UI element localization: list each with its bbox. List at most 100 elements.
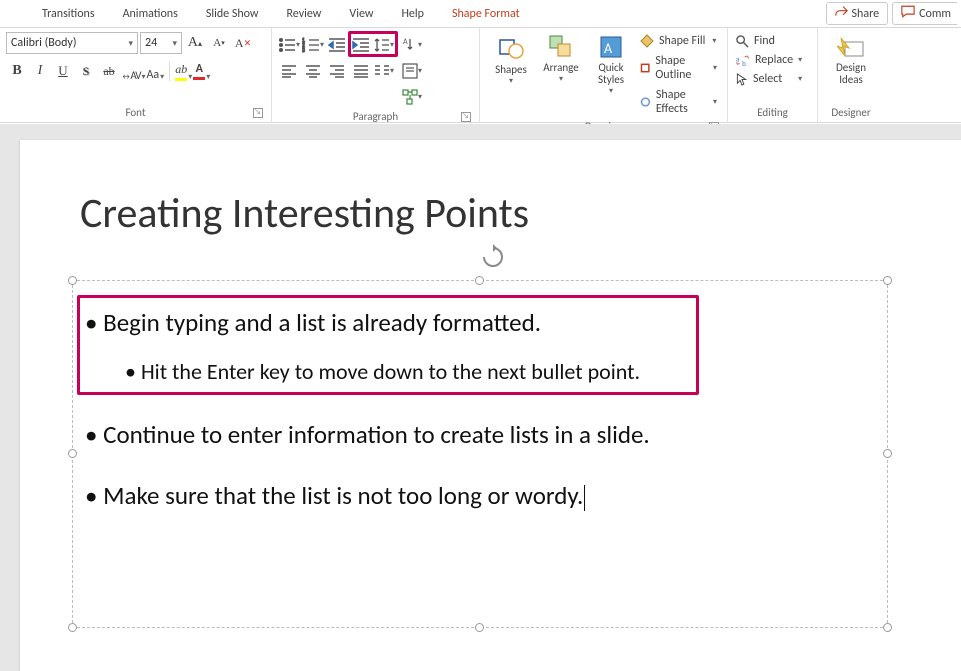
font-color-button[interactable]: A ▾ (193, 60, 210, 82)
svg-text:3: 3 (302, 48, 305, 53)
comments-label: Comm (919, 7, 951, 21)
group-designer-label: Designer (831, 106, 870, 119)
font-name-combo[interactable]: Calibri (Body) ▾ (6, 32, 138, 54)
resize-handle[interactable] (475, 623, 484, 632)
tab-slideshow[interactable]: Slide Show (192, 0, 273, 28)
align-left-button[interactable] (278, 60, 300, 82)
design-ideas-icon (837, 36, 865, 60)
bullet-level1[interactable]: Make sure that the list is not too long … (81, 480, 875, 511)
shapes-icon (497, 34, 525, 62)
design-ideas-label: DesignIdeas (836, 62, 866, 86)
change-case-button[interactable]: Aa▾ (146, 60, 164, 82)
font-dialog-launcher[interactable] (253, 108, 263, 118)
italic-button[interactable]: I (29, 60, 51, 82)
tab-shape-format[interactable]: Shape Format (438, 0, 534, 28)
shape-fill-button[interactable]: Shape Fill ▾ (640, 34, 717, 48)
font-size-combo[interactable]: 24 ▾ (140, 32, 182, 54)
shape-outline-label: Shape Outline (655, 54, 706, 82)
bullets-button[interactable]: ▾ (278, 34, 300, 56)
design-ideas-button[interactable]: DesignIdeas (826, 32, 876, 100)
clear-formatting-button[interactable]: A✕ (232, 32, 254, 54)
increase-indent-button[interactable] (350, 34, 372, 56)
strikethrough-button[interactable]: ab (98, 60, 120, 82)
chevron-down-icon: ▾ (509, 76, 513, 86)
chevron-down-icon: ▾ (559, 74, 563, 84)
ribbon: Calibri (Body) ▾ 24 ▾ A▴ A▾ A✕ B I U S a… (0, 28, 961, 123)
group-paragraph-label: Paragraph (353, 110, 398, 123)
align-text-button[interactable]: ▾ (402, 60, 422, 82)
content-placeholder[interactable]: Begin typing and a list is already forma… (72, 280, 888, 628)
paragraph-dialog-launcher[interactable] (461, 112, 471, 122)
svg-text:A: A (604, 40, 613, 57)
tab-view[interactable]: View (335, 0, 387, 28)
bullet-level2[interactable]: Hit the Enter key to move down to the ne… (81, 358, 875, 385)
char-spacing-button[interactable]: ↔AV▾ (121, 60, 145, 82)
quick-styles-label: QuickStyles (598, 62, 624, 86)
tab-help[interactable]: Help (387, 0, 438, 28)
shape-effects-button[interactable]: Shape Effects ▾ (640, 88, 717, 116)
chevron-down-icon: ▾ (124, 38, 133, 49)
smartart-convert-button[interactable]: ▾ (402, 86, 422, 108)
bullet-level1[interactable]: Continue to enter information to create … (81, 419, 875, 450)
svg-text:a: a (736, 54, 739, 63)
font-name-value: Calibri (Body) (11, 36, 76, 50)
shape-fill-label: Shape Fill (659, 34, 705, 48)
align-right-button[interactable] (326, 60, 348, 82)
chevron-down-icon: ▾ (713, 97, 717, 107)
bold-button[interactable]: B (6, 60, 28, 82)
select-button[interactable]: Select ▾ (736, 72, 802, 86)
bullet-list[interactable]: Begin typing and a list is already forma… (81, 307, 875, 541)
comments-button[interactable]: Comm (892, 2, 957, 25)
line-spacing-button[interactable]: ▾ (374, 34, 394, 56)
rotate-handle-icon[interactable] (480, 244, 506, 270)
decrease-font-button[interactable]: A▾ (208, 32, 230, 54)
increase-font-button[interactable]: A▴ (184, 32, 206, 54)
slide[interactable]: Creating Interesting Points Begin typing… (20, 140, 961, 671)
share-button[interactable]: Share (826, 2, 889, 25)
find-icon (736, 35, 749, 48)
replace-button[interactable]: ab Replace ▾ (736, 53, 802, 67)
shape-effects-label: Shape Effects (656, 88, 706, 116)
comment-icon (901, 5, 915, 22)
separator (169, 61, 170, 81)
share-label: Share (852, 7, 880, 21)
tab-transitions[interactable]: Transitions (28, 0, 109, 28)
numbering-button[interactable]: 123 ▾ (302, 34, 324, 56)
find-button[interactable]: Find (736, 34, 802, 48)
align-center-button[interactable] (302, 60, 324, 82)
shapes-label: Shapes (495, 64, 527, 76)
justify-button[interactable] (350, 60, 372, 82)
replace-label: Replace (755, 53, 793, 67)
chevron-down-icon: ▾ (798, 74, 802, 84)
resize-handle[interactable] (68, 449, 77, 458)
resize-handle[interactable] (475, 276, 484, 285)
resize-handle[interactable] (883, 276, 892, 285)
shape-outline-button[interactable]: Shape Outline ▾ (640, 54, 717, 82)
ribbon-tabs: Transitions Animations Slide Show Review… (0, 0, 961, 28)
resize-handle[interactable] (68, 623, 77, 632)
resize-handle[interactable] (883, 623, 892, 632)
decrease-indent-button[interactable] (326, 34, 348, 56)
resize-handle[interactable] (883, 449, 892, 458)
tab-animations[interactable]: Animations (109, 0, 192, 28)
chevron-down-icon: ▾ (168, 38, 177, 49)
tab-review[interactable]: Review (273, 0, 336, 28)
shadow-button[interactable]: S (75, 60, 97, 82)
shapes-gallery-button[interactable]: Shapes ▾ (486, 32, 536, 100)
text-direction-button[interactable]: A ▾ (402, 34, 422, 56)
slide-title[interactable]: Creating Interesting Points (80, 188, 529, 239)
quick-styles-button[interactable]: A QuickStyles ▾ (586, 32, 636, 100)
arrange-button[interactable]: Arrange ▾ (536, 32, 586, 100)
underline-button[interactable]: U (52, 60, 74, 82)
bullet-level1[interactable]: Begin typing and a list is already forma… (81, 307, 875, 338)
group-editing-label: Editing (757, 106, 788, 119)
quick-styles-icon: A (598, 34, 624, 60)
shape-outline-icon (640, 61, 650, 75)
highlight-color-button[interactable]: ab ▾ (175, 60, 192, 82)
group-font: Calibri (Body) ▾ 24 ▾ A▴ A▾ A✕ B I U S a… (0, 28, 272, 122)
columns-button[interactable]: ▾ (374, 60, 394, 82)
arrange-label: Arrange (543, 62, 578, 74)
replace-icon: ab (736, 54, 750, 67)
resize-handle[interactable] (68, 276, 77, 285)
text-cursor (584, 485, 585, 511)
